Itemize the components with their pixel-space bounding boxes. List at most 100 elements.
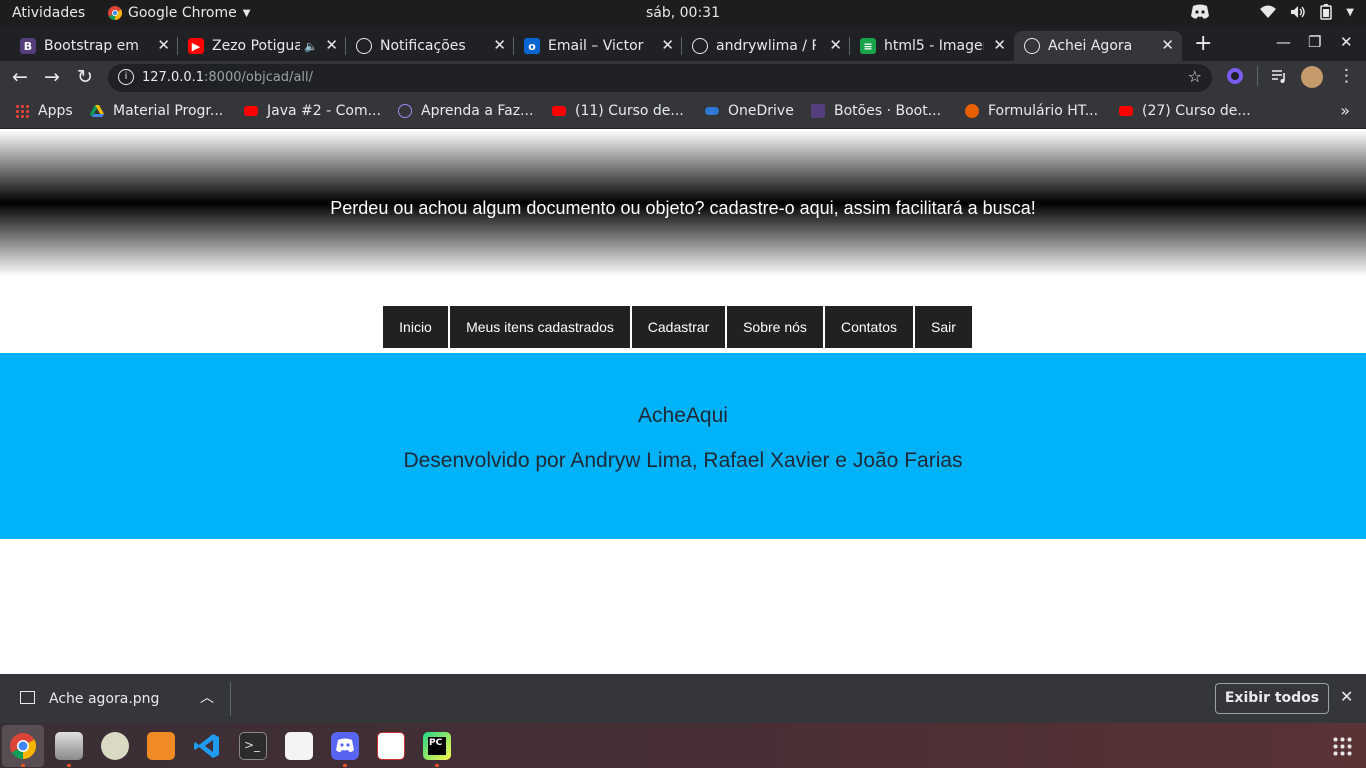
media-controls-icon[interactable] xyxy=(1270,67,1288,85)
nav-contatos[interactable]: Contatos xyxy=(825,306,913,348)
close-icon[interactable]: ✕ xyxy=(493,36,506,54)
tab-title: Notificações xyxy=(380,38,466,54)
bookmark-label: (27) Curso de... xyxy=(1142,103,1251,119)
show-all-downloads-button[interactable]: Exibir todos xyxy=(1215,683,1329,714)
tab-active[interactable]: Achei Agora ✕ xyxy=(1014,31,1182,61)
wifi-icon[interactable] xyxy=(1260,5,1277,19)
files-icon[interactable] xyxy=(55,732,83,760)
chrome-icon[interactable] xyxy=(9,732,37,760)
bookmark-label: Botões · Boot... xyxy=(834,103,942,119)
bookmark-apps[interactable]: Apps xyxy=(15,103,73,119)
paypal-icon xyxy=(398,104,412,118)
nav-cadastrar[interactable]: Cadastrar xyxy=(632,306,725,348)
system-tray[interactable]: ▼ xyxy=(1190,4,1354,20)
restore-icon[interactable]: ❐ xyxy=(1308,33,1321,51)
close-icon[interactable]: ✕ xyxy=(661,36,674,54)
bookmark-star-icon[interactable]: ☆ xyxy=(1188,67,1202,86)
image-viewer-icon[interactable] xyxy=(285,732,313,760)
minimize-icon[interactable]: — xyxy=(1276,33,1291,51)
vscode-icon[interactable] xyxy=(193,732,221,760)
browser-toolbar: ← → ↻ i 127.0.0.1:8000/objcad/all/ ☆ ⋮ xyxy=(0,61,1366,95)
rhythmbox-icon[interactable] xyxy=(101,732,129,760)
outlook-icon: o xyxy=(524,38,540,54)
download-filename[interactable]: Ache agora.png xyxy=(49,691,159,707)
document-viewer-icon[interactable] xyxy=(377,732,405,760)
youtube-icon xyxy=(1119,106,1133,116)
system-top-bar: Atividades Google Chrome ▼ sáb, 00:31 ▼ xyxy=(0,0,1366,27)
close-icon[interactable]: ✕ xyxy=(157,36,170,54)
bookmark-item[interactable]: (11) Curso de... xyxy=(552,103,684,119)
bookmark-item[interactable]: (27) Curso de... xyxy=(1119,103,1251,119)
bookmark-item[interactable]: Botões · Boot... xyxy=(811,103,941,119)
bookmark-label: Apps xyxy=(38,103,73,119)
close-window-icon[interactable]: ✕ xyxy=(1340,33,1353,51)
tab-title: Achei Agora xyxy=(1048,38,1133,54)
tab[interactable]: ▶ Zezo Potiguar 🔈 ✕ xyxy=(178,31,346,61)
google-drive-icon xyxy=(90,105,104,117)
address-bar[interactable]: i 127.0.0.1:8000/objcad/all/ ☆ xyxy=(108,64,1212,92)
tab[interactable]: B Bootstrap em P ✕ xyxy=(10,31,178,61)
github-icon xyxy=(356,38,372,54)
main-nav: Inicio Meus itens cadastrados Cadastrar … xyxy=(383,306,972,348)
clock[interactable]: sáb, 00:31 xyxy=(0,5,1366,21)
new-tab-plus-icon[interactable]: + xyxy=(1194,31,1212,56)
close-icon[interactable]: ✕ xyxy=(829,36,842,54)
battery-icon[interactable] xyxy=(1320,4,1333,20)
apps-grid-icon xyxy=(15,104,29,118)
hero-banner: Perdeu ou achou algum documento ou objet… xyxy=(0,130,1366,276)
back-arrow-icon[interactable]: ← xyxy=(12,66,28,88)
info-icon[interactable]: i xyxy=(118,69,134,85)
kebab-menu-icon[interactable]: ⋮ xyxy=(1338,66,1355,86)
close-icon[interactable]: ✕ xyxy=(993,36,1006,54)
volume-icon[interactable] xyxy=(1290,5,1306,19)
reload-icon[interactable]: ↻ xyxy=(77,66,93,88)
bookmark-label: Java #2 - Com... xyxy=(267,103,381,119)
bookmark-item[interactable]: Java #2 - Com... xyxy=(244,103,381,119)
chevron-double-right-icon[interactable]: » xyxy=(1340,101,1350,120)
nav-sair[interactable]: Sair xyxy=(915,306,972,348)
discord-icon[interactable] xyxy=(331,732,359,760)
bootstrap-icon xyxy=(811,104,825,118)
close-icon[interactable]: ✕ xyxy=(1340,687,1353,706)
show-applications-icon[interactable] xyxy=(1332,736,1352,756)
close-icon[interactable]: ✕ xyxy=(325,36,338,54)
downloads-shelf: Ache agora.png ︿ Exibir todos ✕ xyxy=(0,674,1366,723)
pycharm-icon[interactable]: PC xyxy=(423,732,451,760)
page-content: Perdeu ou achou algum documento ou objet… xyxy=(0,130,1366,674)
bootstrap-icon: B xyxy=(20,38,36,54)
bookmark-item[interactable]: OneDrive xyxy=(705,103,794,119)
chevron-up-icon[interactable]: ︿ xyxy=(200,687,214,707)
discord-tray-icon[interactable] xyxy=(1190,4,1210,20)
software-center-icon[interactable] xyxy=(147,732,175,760)
tab-title: Zezo Potiguar xyxy=(212,38,300,54)
tab-title: andrywlima / Pr xyxy=(716,38,816,54)
bookmark-item[interactable]: Formulário HT... xyxy=(965,103,1098,119)
extension-icon[interactable] xyxy=(1226,67,1244,85)
url-text[interactable]: 127.0.0.1:8000/objcad/all/ xyxy=(142,70,313,85)
close-icon[interactable]: ✕ xyxy=(1161,36,1174,54)
tab-strip: B Bootstrap em P ✕ ▶ Zezo Potiguar 🔈 ✕ N… xyxy=(0,27,1366,61)
tab[interactable]: andrywlima / Pr ✕ xyxy=(682,31,850,61)
firefox-icon xyxy=(965,104,979,118)
onedrive-icon xyxy=(705,107,719,115)
tab[interactable]: ≡ html5 - Imagem ✕ xyxy=(850,31,1014,61)
bookmark-item[interactable]: Material Progr... xyxy=(90,103,223,119)
nav-sobre-nos[interactable]: Sobre nós xyxy=(727,306,823,348)
nav-meus-itens[interactable]: Meus itens cadastrados xyxy=(450,306,630,348)
url-host: 127.0.0.1 xyxy=(142,70,205,85)
youtube-icon xyxy=(552,106,566,116)
chevron-down-icon[interactable]: ▼ xyxy=(1346,7,1354,18)
terminal-icon[interactable]: >_ xyxy=(239,732,267,760)
forward-arrow-icon[interactable]: → xyxy=(44,66,60,88)
bookmarks-bar: Apps Material Progr... Java #2 - Com... … xyxy=(0,95,1366,129)
bookmark-item[interactable]: Aprenda a Faz... xyxy=(398,103,533,119)
avatar[interactable] xyxy=(1301,66,1323,88)
tab-title: html5 - Imagem xyxy=(884,38,984,54)
speaker-icon[interactable]: 🔈 xyxy=(304,40,318,53)
footer-brand: AcheAqui xyxy=(638,404,728,427)
bookmark-label: Aprenda a Faz... xyxy=(421,103,534,119)
nav-inicio[interactable]: Inicio xyxy=(383,306,448,348)
tab[interactable]: o Email – Victor F ✕ xyxy=(514,31,682,61)
tab[interactable]: Notificações ✕ xyxy=(346,31,514,61)
taskbar-dock: >_ PC xyxy=(0,723,1366,768)
